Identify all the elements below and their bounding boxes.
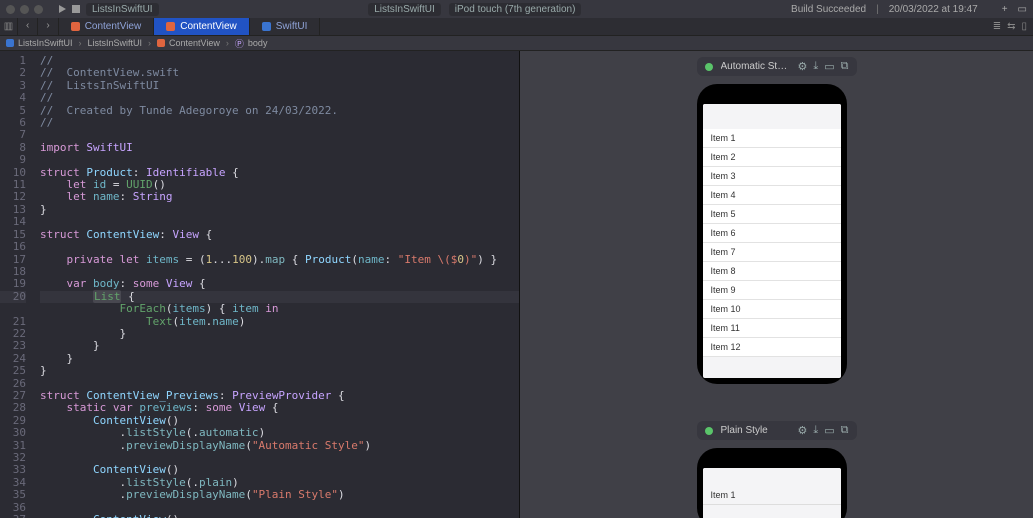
crumb-file[interactable]: ContentView [169, 38, 220, 48]
list-item[interactable]: Item 11 [703, 319, 841, 338]
list-item[interactable]: Item 3 [703, 167, 841, 186]
target-device[interactable]: iPod touch (7th generation) [449, 3, 582, 16]
preview-duplicate-icon[interactable]: ⧉ [841, 60, 849, 73]
preview-duplicate-icon[interactable]: ⧉ [841, 424, 849, 437]
live-icon [705, 63, 713, 71]
add-editor-icon[interactable]: ▯ [1021, 21, 1027, 32]
preview-list[interactable]: Item 1Item 2Item 3Item 4Item 5Item 6Item… [703, 129, 841, 357]
tab-swiftui[interactable]: SwiftUI [250, 18, 321, 35]
preview-settings-icon[interactable]: ⚙ [797, 424, 807, 437]
source-editor[interactable]: 1 2 3 4 5 6 7 8 9 10 11 12 13 14 15 16 1… [0, 51, 520, 518]
code-area[interactable]: // // ContentView.swift // ListsInSwiftU… [32, 51, 519, 518]
stop-button[interactable] [72, 5, 80, 13]
list-item[interactable]: Item 8 [703, 262, 841, 281]
tab-label: SwiftUI [276, 21, 308, 32]
swift-file-icon [157, 39, 165, 47]
target-scheme[interactable]: ListsInSwiftUI [368, 3, 441, 16]
editor-options-icon[interactable]: ≣ [993, 21, 1001, 32]
tab-label: ContentView [85, 21, 142, 32]
close-icon[interactable] [6, 5, 15, 14]
preview-inspect-icon[interactable]: ▭ [824, 424, 834, 437]
project-icon [6, 39, 14, 47]
crumb-symbol[interactable]: body [248, 38, 268, 48]
preview-inspect-icon[interactable]: ▭ [824, 60, 834, 73]
library-icon[interactable]: + [1002, 4, 1008, 15]
live-icon [705, 427, 713, 435]
list-item[interactable]: Item 1 [703, 129, 841, 148]
swift-file-icon [166, 22, 175, 31]
crumb-project[interactable]: ListsInSwiftUI [18, 38, 73, 48]
list-item[interactable]: Item 12 [703, 338, 841, 357]
list-item[interactable]: Item 2 [703, 148, 841, 167]
list-item[interactable]: Item 1 [703, 486, 841, 505]
tab-contentview-1[interactable]: ContentView [59, 18, 155, 35]
swift-module-icon [262, 22, 271, 31]
run-button[interactable] [59, 5, 66, 13]
preview-list[interactable]: Item 1 [703, 486, 841, 505]
preview-header[interactable]: Automatic Style ⚙ ⤓ ▭ ⧉ [697, 57, 857, 76]
history-fwd-icon[interactable]: › [38, 18, 58, 35]
list-item[interactable]: Item 6 [703, 224, 841, 243]
build-status: Build Succeeded [791, 4, 866, 15]
assistant-icon[interactable]: ⇆ [1007, 21, 1015, 32]
preview-title: Plain Style [721, 425, 790, 436]
crumb-folder[interactable]: ListsInSwiftUI [88, 38, 143, 48]
list-item[interactable]: Item 7 [703, 243, 841, 262]
scheme-selector[interactable]: ListsInSwiftUI [86, 3, 159, 16]
tab-contentview-2[interactable]: ContentView [154, 18, 250, 35]
preview-plain: Plain Style ⚙ ⤓ ▭ ⧉ Item 1 [697, 421, 857, 518]
list-item[interactable]: Item 5 [703, 205, 841, 224]
preview-settings-icon[interactable]: ⚙ [797, 60, 807, 73]
tab-label: ContentView [180, 21, 237, 32]
preview-automatic: Automatic Style ⚙ ⤓ ▭ ⧉ Item 1Item 2Item… [697, 57, 857, 384]
minimize-icon[interactable] [20, 5, 29, 14]
history-back-icon[interactable]: ‹ [18, 18, 38, 35]
device-frame: Item 1 [697, 448, 847, 518]
list-item[interactable]: Item 9 [703, 281, 841, 300]
list-item[interactable]: Item 4 [703, 186, 841, 205]
editor-tabs: ▥ ‹ › ContentView ContentView SwiftUI ≣ … [0, 18, 1033, 36]
list-item[interactable]: Item 10 [703, 300, 841, 319]
preview-pin-icon[interactable]: ⤓ [813, 424, 818, 437]
preview-canvas[interactable]: Automatic Style ⚙ ⤓ ▭ ⧉ Item 1Item 2Item… [520, 51, 1033, 518]
navigator-toggle-icon[interactable]: ▥ [0, 18, 18, 35]
build-timestamp: 20/03/2022 at 19:47 [889, 4, 978, 15]
preview-pin-icon[interactable]: ⤓ [813, 60, 818, 73]
panels-icon[interactable]: ▭ [1018, 4, 1027, 15]
preview-title: Automatic Style [721, 61, 790, 72]
line-gutter[interactable]: 1 2 3 4 5 6 7 8 9 10 11 12 13 14 15 16 1… [0, 51, 32, 518]
window-traffic-lights[interactable] [6, 5, 43, 14]
swift-file-icon [71, 22, 80, 31]
zoom-icon[interactable] [34, 5, 43, 14]
device-frame: Item 1Item 2Item 3Item 4Item 5Item 6Item… [697, 84, 847, 384]
jump-bar[interactable]: ListsInSwiftUI ListsInSwiftUI ContentVie… [0, 36, 1033, 51]
title-bar: ListsInSwiftUI ListsInSwiftUI iPod touch… [0, 0, 1033, 18]
preview-header[interactable]: Plain Style ⚙ ⤓ ▭ ⧉ [697, 421, 857, 440]
